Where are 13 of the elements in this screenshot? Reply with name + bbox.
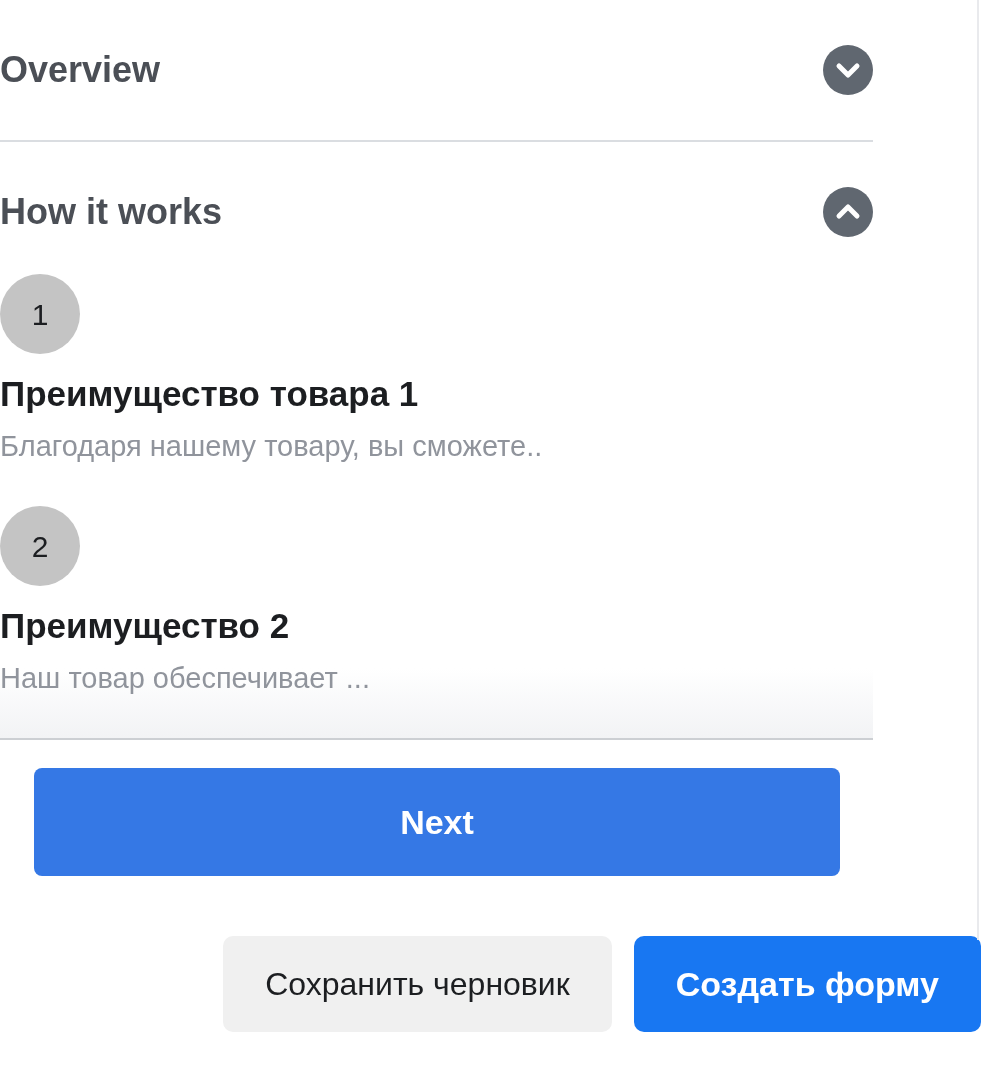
step-description: Благодаря нашему товару, вы сможете.. [0, 429, 544, 464]
save-draft-button[interactable]: Сохранить черновик [223, 936, 612, 1032]
create-form-button[interactable]: Создать форму [633, 936, 981, 1032]
next-button[interactable]: Next [34, 768, 840, 876]
collapse-chevron-icon[interactable] [823, 187, 873, 237]
section-title: How it works [0, 190, 223, 234]
step-number: 1 [0, 274, 80, 354]
expand-chevron-icon[interactable] [823, 45, 873, 95]
step-title: Преимущество товара 1 [0, 373, 420, 415]
step-description: Наш товар обеспечивает ... [0, 661, 371, 696]
section-title: Overview [0, 48, 161, 92]
step-number: 2 [0, 506, 80, 586]
step-title: Преимущество 2 [0, 605, 291, 647]
